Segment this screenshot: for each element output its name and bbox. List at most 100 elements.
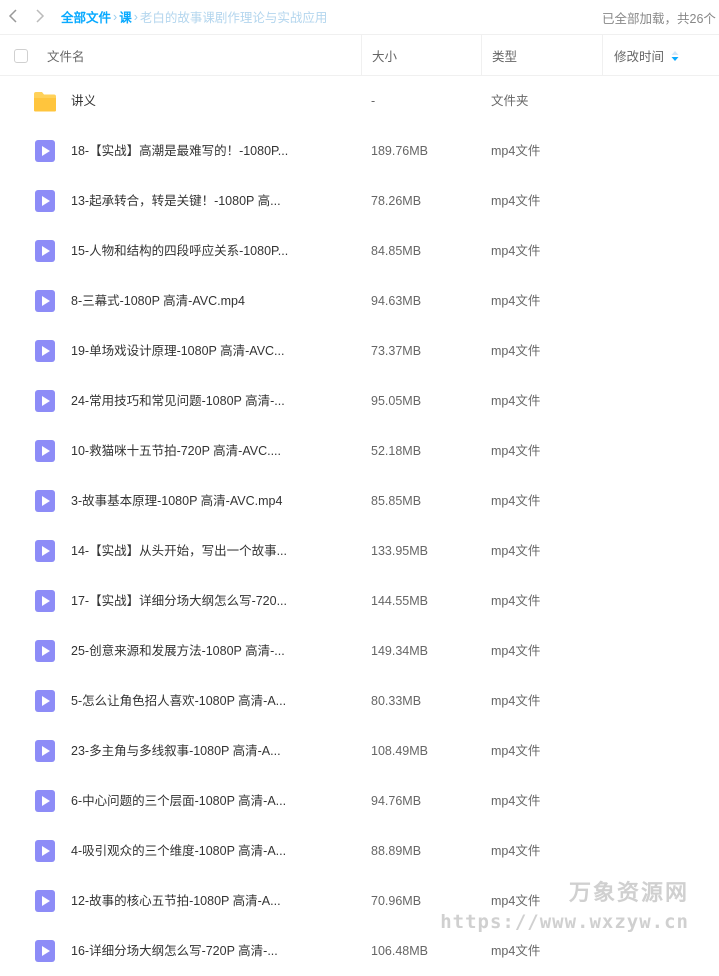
watermark: 万象资源网 https://www.wxzyw.cn: [440, 875, 689, 933]
table-row[interactable]: 4-吸引观众的三个维度-1080P 高清-A...88.89MBmp4文件: [0, 826, 719, 876]
table-row[interactable]: 5-怎么让角色招人喜欢-1080P 高清-A... 80.33MB mp4文件: [0, 676, 719, 726]
file-type: mp4文件: [491, 776, 540, 826]
watermark-url: https://www.wxzyw.cn: [440, 911, 689, 933]
file-name[interactable]: 16-详细分场大纲怎么写-720P 高清-...: [71, 926, 278, 976]
file-name[interactable]: 10-救猫咪十五节拍-720P 高清-AVC....: [71, 426, 281, 476]
table-row[interactable]: 14-【实战】从头开始，写出一个故事...133.95MBmp4文件: [0, 526, 719, 576]
forward-button[interactable]: [32, 8, 48, 24]
file-size: 106.48MB: [371, 926, 428, 976]
file-size: 144.55MB: [371, 576, 428, 626]
video-file-icon: [35, 490, 55, 517]
breadcrumb-level1[interactable]: 课: [119, 7, 132, 26]
file-size: 108.49MB: [371, 726, 428, 776]
video-file-icon: [35, 140, 55, 167]
file-type: mp4文件: [491, 226, 540, 276]
video-file-icon: [35, 190, 55, 217]
column-header-size[interactable]: 大小: [361, 35, 481, 76]
file-type: mp4文件: [491, 126, 540, 176]
file-size: 88.89MB: [371, 826, 421, 876]
video-file-icon: [35, 290, 55, 317]
table-row[interactable]: 25-创意来源和发展方法-1080P 高清-...149.34MBmp4文件: [0, 626, 719, 676]
folder-icon: [33, 91, 57, 117]
table-row[interactable]: 10-救猫咪十五节拍-720P 高清-AVC.... 52.18MB mp4文件: [0, 426, 719, 476]
top-bar: 全部文件 › 课 › 老白的故事课剧作理论与实战应用 已全部加载，共26个: [0, 0, 719, 34]
video-file-icon: [35, 540, 55, 567]
file-size: 94.76MB: [371, 776, 421, 826]
column-header-mtime[interactable]: 修改时间: [602, 35, 719, 76]
file-name[interactable]: 8-三幕式-1080P 高清-AVC.mp4: [71, 276, 245, 326]
table-row[interactable]: 18-【实战】高潮是最难写的！-1080P... 189.76MB mp4文件: [0, 126, 719, 176]
file-size: 84.85MB: [371, 226, 421, 276]
file-name[interactable]: 讲义: [71, 76, 96, 126]
video-file-icon: [35, 440, 55, 467]
file-type: mp4文件: [491, 576, 540, 626]
breadcrumb-separator: ›: [134, 10, 138, 24]
file-list: 讲义 - 文件夹 18-【实战】高潮是最难写的！-1080P... 189.76MB mp…: [0, 76, 719, 976]
table-row[interactable]: 8-三幕式-1080P 高清-AVC.mp494.63MBmp4文件: [0, 276, 719, 326]
table-row[interactable]: 17-【实战】详细分场大纲怎么写-720... 144.55MB mp4文件: [0, 576, 719, 626]
table-row[interactable]: 15-人物和结构的四段呼应关系-1080P... 84.85MB mp4文件: [0, 226, 719, 276]
table-row[interactable]: 13-起承转合，转是关键！-1080P 高...78.26MBmp4文件: [0, 176, 719, 226]
file-name[interactable]: 15-人物和结构的四段呼应关系-1080P...: [71, 226, 288, 276]
table-row[interactable]: 6-中心问题的三个层面-1080P 高清-A... 94.76MB mp4文件: [0, 776, 719, 826]
sort-icon[interactable]: [671, 51, 679, 61]
file-type: mp4文件: [491, 676, 540, 726]
file-size: 78.26MB: [371, 176, 421, 226]
video-file-icon: [35, 890, 55, 917]
file-name[interactable]: 13-起承转合，转是关键！-1080P 高...: [71, 176, 281, 226]
file-size: 80.33MB: [371, 676, 421, 726]
load-status-text: 已全部加载，共26个: [602, 8, 719, 27]
table-row[interactable]: 16-详细分场大纲怎么写-720P 高清-... 106.48MB mp4文件: [0, 926, 719, 976]
table-row[interactable]: 19-单场戏设计原理-1080P 高清-AVC...73.37MBmp4文件: [0, 326, 719, 376]
column-header-type[interactable]: 类型: [481, 35, 602, 76]
video-file-icon: [35, 390, 55, 417]
file-name[interactable]: 18-【实战】高潮是最难写的！-1080P...: [71, 126, 288, 176]
file-type: mp4文件: [491, 926, 540, 976]
file-size: 52.18MB: [371, 426, 421, 476]
breadcrumb: 全部文件 › 课 › 老白的故事课剧作理论与实战应用: [61, 7, 327, 26]
file-size: 70.96MB: [371, 876, 421, 926]
video-file-icon: [35, 240, 55, 267]
video-file-icon: [35, 340, 55, 367]
file-type: mp4文件: [491, 276, 540, 326]
file-size: -: [371, 76, 375, 126]
file-size: 189.76MB: [371, 126, 428, 176]
back-button[interactable]: [5, 8, 21, 24]
file-name[interactable]: 6-中心问题的三个层面-1080P 高清-A...: [71, 776, 286, 826]
video-file-icon: [35, 590, 55, 617]
file-name[interactable]: 5-怎么让角色招人喜欢-1080P 高清-A...: [71, 676, 286, 726]
file-type: 文件夹: [491, 76, 529, 126]
breadcrumb-current: 老白的故事课剧作理论与实战应用: [140, 7, 328, 26]
file-name[interactable]: 14-【实战】从头开始，写出一个故事...: [71, 526, 287, 576]
file-type: mp4文件: [491, 426, 540, 476]
table-row[interactable]: 23-多主角与多线叙事-1080P 高清-A...108.49MBmp4文件: [0, 726, 719, 776]
file-name[interactable]: 4-吸引观众的三个维度-1080P 高清-A...: [71, 826, 286, 876]
watermark-title: 万象资源网: [440, 875, 689, 907]
file-name[interactable]: 19-单场戏设计原理-1080P 高清-AVC...: [71, 326, 284, 376]
select-all-checkbox[interactable]: [14, 49, 28, 63]
file-type: mp4文件: [491, 326, 540, 376]
table-header: 文件名 大小 类型 修改时间: [0, 34, 719, 76]
video-file-icon: [35, 790, 55, 817]
column-header-name[interactable]: 文件名: [47, 35, 85, 76]
file-type: mp4文件: [491, 476, 540, 526]
breadcrumb-root[interactable]: 全部文件: [61, 7, 111, 26]
chevron-right-icon: [35, 9, 45, 23]
file-name[interactable]: 17-【实战】详细分场大纲怎么写-720...: [71, 576, 287, 626]
file-type: mp4文件: [491, 526, 540, 576]
table-row[interactable]: 讲义 - 文件夹: [0, 76, 719, 126]
file-type: mp4文件: [491, 626, 540, 676]
select-all-cell: [14, 35, 28, 76]
file-name[interactable]: 25-创意来源和发展方法-1080P 高清-...: [71, 626, 285, 676]
file-size: 95.05MB: [371, 376, 421, 426]
file-name[interactable]: 23-多主角与多线叙事-1080P 高清-A...: [71, 726, 281, 776]
file-name[interactable]: 12-故事的核心五节拍-1080P 高清-A...: [71, 876, 281, 926]
file-size: 85.85MB: [371, 476, 421, 526]
table-row[interactable]: 3-故事基本原理-1080P 高清-AVC.mp4 85.85MB mp4文件: [0, 476, 719, 526]
file-name[interactable]: 3-故事基本原理-1080P 高清-AVC.mp4: [71, 476, 282, 526]
video-file-icon: [35, 690, 55, 717]
video-file-icon: [35, 840, 55, 867]
table-row[interactable]: 24-常用技巧和常见问题-1080P 高清-... 95.05MB mp4文件: [0, 376, 719, 426]
file-type: mp4文件: [491, 376, 540, 426]
file-name[interactable]: 24-常用技巧和常见问题-1080P 高清-...: [71, 376, 285, 426]
